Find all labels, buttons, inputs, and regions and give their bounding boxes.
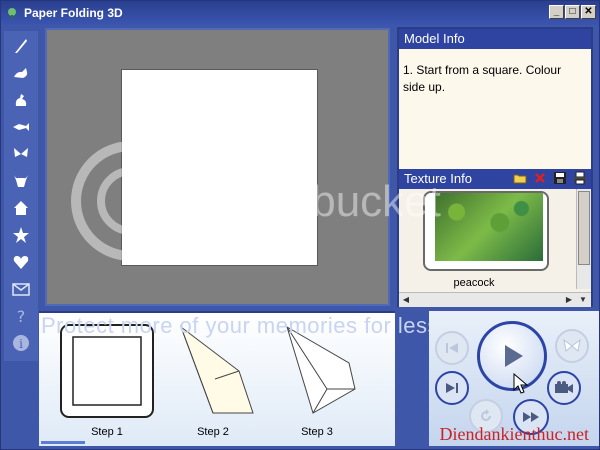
butterfly-icon[interactable] (7, 142, 35, 166)
fold-canvas[interactable] (45, 28, 390, 306)
texture-vertical-scrollbar[interactable] (576, 189, 591, 289)
house-icon[interactable] (7, 196, 35, 220)
steps-scroll-indicator[interactable] (41, 441, 85, 444)
open-folder-icon[interactable] (513, 171, 527, 185)
rooster-icon[interactable] (7, 88, 35, 112)
rotate-icon (481, 409, 491, 421)
heart-icon[interactable] (7, 250, 35, 274)
step-label: Step 3 (301, 426, 333, 438)
bull-icon[interactable] (7, 169, 35, 193)
star-icon[interactable] (7, 223, 35, 247)
butterfly-icon (563, 338, 581, 352)
envelope-icon[interactable] (7, 277, 35, 301)
scroll-left-icon[interactable]: ◀ (399, 293, 413, 307)
texture-info-title: Texture Info (404, 171, 472, 186)
site-credit: Diendankienthuc.net (439, 424, 589, 444)
texture-horizontal-scrollbar[interactable]: ◀ ▶ ▼ (399, 292, 591, 307)
scroll-right-icon[interactable]: ▶ (562, 293, 576, 307)
info-panel: Model Info 1. Start from a square. Colou… (397, 27, 593, 307)
app-logo-icon (8, 8, 16, 19)
fox-icon[interactable] (7, 61, 35, 85)
texture-list[interactable]: peacock ◀ ▶ ▼ (399, 189, 591, 307)
svg-text:?: ? (17, 307, 26, 326)
peacock-texture-image (435, 193, 543, 261)
play-icon (505, 345, 523, 367)
step-forward-icon (446, 383, 458, 393)
camera-button[interactable] (547, 371, 581, 405)
model-info-text: 1. Start from a square. Colour side up. (399, 49, 591, 169)
video-camera-icon (555, 381, 573, 393)
scroll-thumb[interactable] (578, 191, 590, 265)
help-icon[interactable]: ? (7, 304, 35, 328)
svg-text:i: i (19, 337, 23, 351)
window-title: Paper Folding 3D (24, 6, 123, 20)
paper-square[interactable] (121, 69, 318, 266)
close-button[interactable]: ✕ (581, 5, 596, 19)
info-icon[interactable]: i (7, 331, 35, 355)
model-info-header: Model Info (399, 29, 591, 49)
step-label: Step 1 (91, 426, 123, 438)
texture-name: peacock (453, 277, 495, 289)
texture-thumbnail[interactable] (423, 191, 549, 271)
fast-forward-icon (523, 412, 539, 422)
next-step-button[interactable] (435, 371, 469, 405)
title-bar: Paper Folding 3D _ □ ✕ (1, 1, 599, 25)
quill-icon[interactable] (7, 34, 35, 58)
step-label: Step 2 (197, 426, 229, 438)
first-step-button[interactable] (435, 331, 469, 365)
mouse-cursor-icon (513, 373, 529, 394)
save-icon[interactable] (553, 171, 567, 185)
texture-info-header: Texture Info (399, 169, 591, 189)
skip-back-icon (446, 343, 458, 353)
delete-icon[interactable] (533, 171, 547, 185)
scroll-down-icon[interactable]: ▼ (576, 293, 590, 307)
minimize-button[interactable]: _ (549, 5, 564, 19)
model-toolbar: ? i (4, 31, 38, 361)
app-window: Paper Folding 3D _ □ ✕ ? i Model Info 1.… (0, 0, 600, 450)
wings-button[interactable] (555, 329, 589, 363)
maximize-button[interactable]: □ (565, 5, 580, 19)
play-button[interactable] (477, 321, 547, 391)
fish-icon[interactable] (7, 115, 35, 139)
print-icon[interactable] (573, 171, 587, 185)
